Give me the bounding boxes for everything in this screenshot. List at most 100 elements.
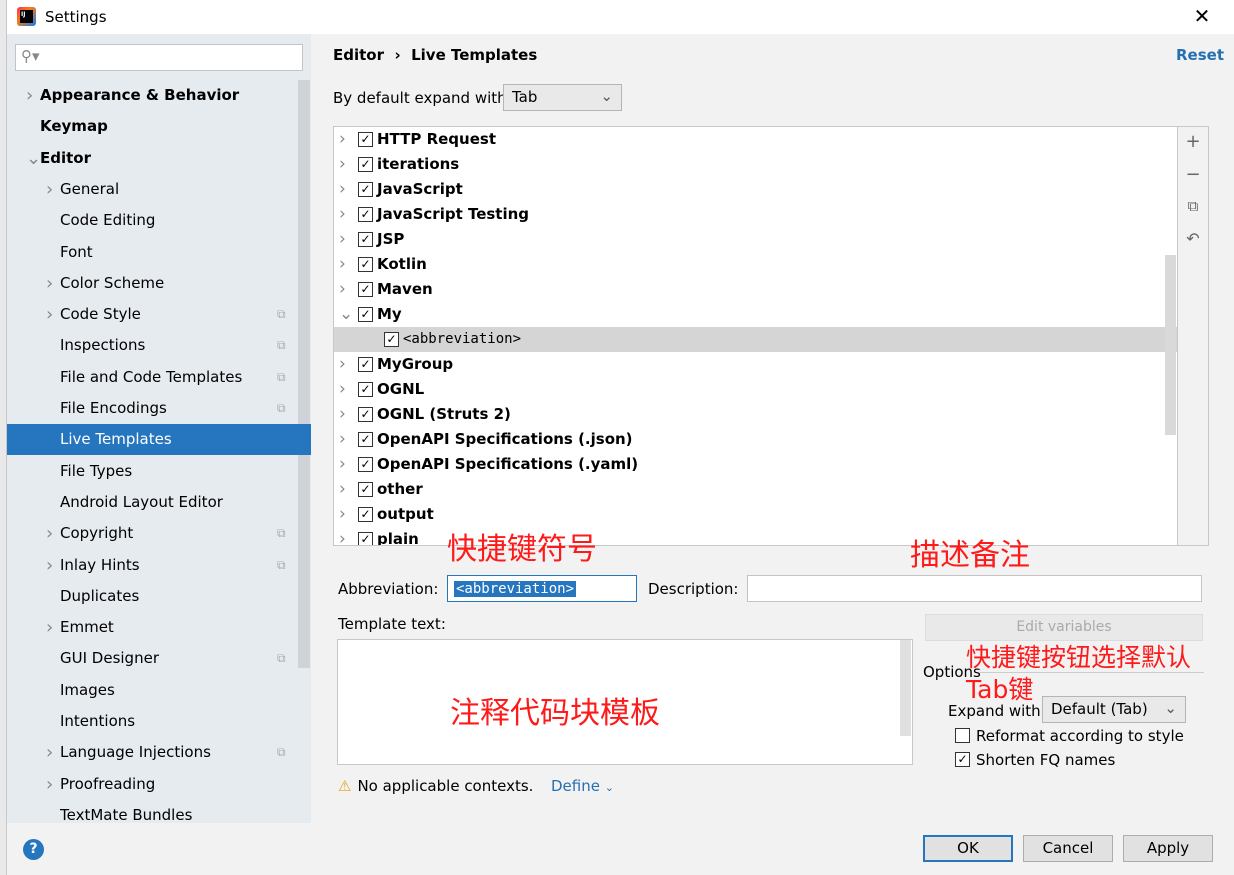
cancel-button[interactable]: Cancel bbox=[1023, 835, 1113, 862]
apply-button[interactable]: Apply bbox=[1123, 835, 1213, 862]
tree-row-label: iterations bbox=[377, 155, 460, 173]
close-icon[interactable]: ✕ bbox=[1190, 4, 1214, 28]
tree-row[interactable]: › ✓ other bbox=[334, 477, 1177, 502]
shorten-checkbox[interactable]: ✓ bbox=[955, 752, 970, 767]
expand-with-select[interactable]: Default (Tab) ⌄ bbox=[1042, 696, 1186, 723]
tree-checkbox[interactable]: ✓ bbox=[358, 482, 373, 497]
tree-row[interactable]: › ✓ JSP bbox=[334, 227, 1177, 252]
sidebar-item-images[interactable]: Images bbox=[7, 675, 311, 706]
sidebar-item-emmet[interactable]: › Emmet bbox=[7, 612, 311, 643]
tree-checkbox[interactable]: ✓ bbox=[384, 332, 399, 347]
edit-variables-button[interactable]: Edit variables bbox=[925, 614, 1203, 641]
sidebar-item-keymap[interactable]: Keymap bbox=[7, 111, 311, 142]
chevron-right-icon[interactable]: › bbox=[339, 477, 346, 502]
tree-row[interactable]: ⌄ ✓ My bbox=[334, 302, 1177, 327]
tree-row[interactable]: › ✓ Kotlin bbox=[334, 252, 1177, 277]
sidebar-item-file-encodings[interactable]: File Encodings ⧉ bbox=[7, 393, 311, 424]
chevron-right-icon[interactable]: › bbox=[339, 252, 346, 277]
ok-button[interactable]: OK bbox=[923, 835, 1013, 862]
chevron-right-icon: › bbox=[46, 178, 54, 200]
abbreviation-input[interactable]: <abbreviation> bbox=[447, 575, 637, 602]
sidebar-item-editor[interactable]: ⌄ Editor bbox=[7, 143, 311, 174]
expand-select[interactable]: Tab ⌄ bbox=[503, 84, 622, 111]
tree-row[interactable]: › ✓ OpenAPI Specifications (.yaml) bbox=[334, 452, 1177, 477]
sidebar-item-inspections[interactable]: Inspections ⧉ bbox=[7, 330, 311, 361]
chevron-right-icon[interactable]: › bbox=[339, 227, 346, 252]
chevron-right-icon[interactable]: › bbox=[339, 202, 346, 227]
reset-link[interactable]: Reset bbox=[1176, 46, 1224, 64]
tree-row[interactable]: › ✓ HTTP Request bbox=[334, 127, 1177, 152]
shorten-label[interactable]: Shorten FQ names bbox=[976, 751, 1115, 769]
tree-row[interactable]: › ✓ iterations bbox=[334, 152, 1177, 177]
chevron-right-icon[interactable]: › bbox=[339, 152, 346, 177]
sidebar-item-general[interactable]: › General bbox=[7, 174, 311, 205]
help-icon[interactable]: ? bbox=[23, 839, 44, 860]
chevron-right-icon[interactable]: › bbox=[339, 352, 346, 377]
sidebar-item-file-types[interactable]: File Types bbox=[7, 456, 311, 487]
annotation-expand: 快捷键按钮选择默认 bbox=[966, 643, 1192, 672]
sidebar-item-copyright[interactable]: › Copyright ⧉ bbox=[7, 518, 311, 549]
sidebar-item-code-editing[interactable]: Code Editing bbox=[7, 205, 311, 236]
tree-checkbox[interactable]: ✓ bbox=[358, 532, 373, 545]
copy-icon[interactable]: ⧉ bbox=[1184, 197, 1202, 215]
tree-checkbox[interactable]: ✓ bbox=[358, 157, 373, 172]
tree-checkbox[interactable]: ✓ bbox=[358, 132, 373, 147]
chevron-right-icon[interactable]: › bbox=[339, 177, 346, 202]
chevron-right-icon[interactable]: › bbox=[339, 377, 346, 402]
sidebar-item-inlay-hints[interactable]: › Inlay Hints ⧉ bbox=[7, 550, 311, 581]
tree-row[interactable]: › ✓ JavaScript bbox=[334, 177, 1177, 202]
sidebar-item-android-layout-editor[interactable]: Android Layout Editor bbox=[7, 487, 311, 518]
chevron-right-icon[interactable]: › bbox=[339, 427, 346, 452]
tree-row[interactable]: › ✓ OGNL bbox=[334, 377, 1177, 402]
tree-row[interactable]: › ✓ JavaScript Testing bbox=[334, 202, 1177, 227]
sidebar-item-color-scheme[interactable]: › Color Scheme bbox=[7, 268, 311, 299]
search-input[interactable]: ⚲▾ bbox=[15, 44, 303, 71]
sidebar-item-live-templates[interactable]: Live Templates bbox=[7, 424, 311, 456]
add-icon[interactable]: + bbox=[1184, 131, 1202, 152]
sidebar-item-font[interactable]: Font bbox=[7, 237, 311, 268]
template-text-scrollbar[interactable] bbox=[900, 640, 911, 736]
reformat-checkbox[interactable] bbox=[955, 728, 970, 743]
tree-checkbox[interactable]: ✓ bbox=[358, 457, 373, 472]
remove-icon[interactable]: − bbox=[1184, 164, 1202, 185]
chevron-right-icon[interactable]: › bbox=[339, 277, 346, 302]
sidebar-item-gui-designer[interactable]: GUI Designer ⧉ bbox=[7, 643, 311, 674]
chevron-right-icon[interactable]: › bbox=[339, 527, 346, 545]
tree-row[interactable]: › ✓ Maven bbox=[334, 277, 1177, 302]
tree-checkbox[interactable]: ✓ bbox=[358, 282, 373, 297]
chevron-right-icon[interactable]: › bbox=[339, 502, 346, 527]
tree-checkbox[interactable]: ✓ bbox=[358, 357, 373, 372]
chevron-right-icon[interactable]: › bbox=[339, 402, 346, 427]
tree-checkbox[interactable]: ✓ bbox=[358, 432, 373, 447]
tree-checkbox[interactable]: ✓ bbox=[358, 307, 373, 322]
tree-checkbox[interactable]: ✓ bbox=[358, 407, 373, 422]
tree-checkbox[interactable]: ✓ bbox=[358, 207, 373, 222]
chevron-right-icon[interactable]: › bbox=[339, 127, 346, 152]
tree-row[interactable]: ✓ <abbreviation> bbox=[334, 327, 1177, 352]
description-input[interactable] bbox=[747, 575, 1202, 602]
chevron-right-icon[interactable]: › bbox=[339, 452, 346, 477]
tree-checkbox[interactable]: ✓ bbox=[358, 182, 373, 197]
sidebar-item-code-style[interactable]: › Code Style ⧉ bbox=[7, 299, 311, 330]
tree-checkbox[interactable]: ✓ bbox=[358, 232, 373, 247]
define-link[interactable]: Define ⌄ bbox=[551, 777, 614, 795]
tree-row[interactable]: › ✓ MyGroup bbox=[334, 352, 1177, 377]
sidebar-item-intentions[interactable]: Intentions bbox=[7, 706, 311, 737]
tree-checkbox[interactable]: ✓ bbox=[358, 507, 373, 522]
sidebar-item-proofreading[interactable]: › Proofreading bbox=[7, 769, 311, 800]
tree-checkbox[interactable]: ✓ bbox=[358, 382, 373, 397]
sidebar-item-appearance-behavior[interactable]: › Appearance & Behavior bbox=[7, 80, 311, 111]
revert-icon[interactable]: ↶ bbox=[1184, 229, 1202, 248]
tree-scrollbar[interactable] bbox=[1165, 255, 1176, 435]
tree-checkbox[interactable]: ✓ bbox=[358, 257, 373, 272]
tree-row[interactable]: › ✓ OpenAPI Specifications (.json) bbox=[334, 427, 1177, 452]
sidebar-item-label: GUI Designer bbox=[60, 649, 159, 668]
reformat-label[interactable]: Reformat according to style bbox=[976, 727, 1184, 745]
chevron-right-icon: › bbox=[46, 742, 54, 764]
chevron-down-icon[interactable]: ⌄ bbox=[339, 302, 353, 327]
sidebar-item-language-injections[interactable]: › Language Injections ⧉ bbox=[7, 737, 311, 768]
sidebar-item-duplicates[interactable]: Duplicates bbox=[7, 581, 311, 612]
tree-row[interactable]: › ✓ OGNL (Struts 2) bbox=[334, 402, 1177, 427]
breadcrumb-editor[interactable]: Editor bbox=[333, 46, 384, 64]
sidebar-item-file-and-code-templates[interactable]: File and Code Templates ⧉ bbox=[7, 362, 311, 393]
